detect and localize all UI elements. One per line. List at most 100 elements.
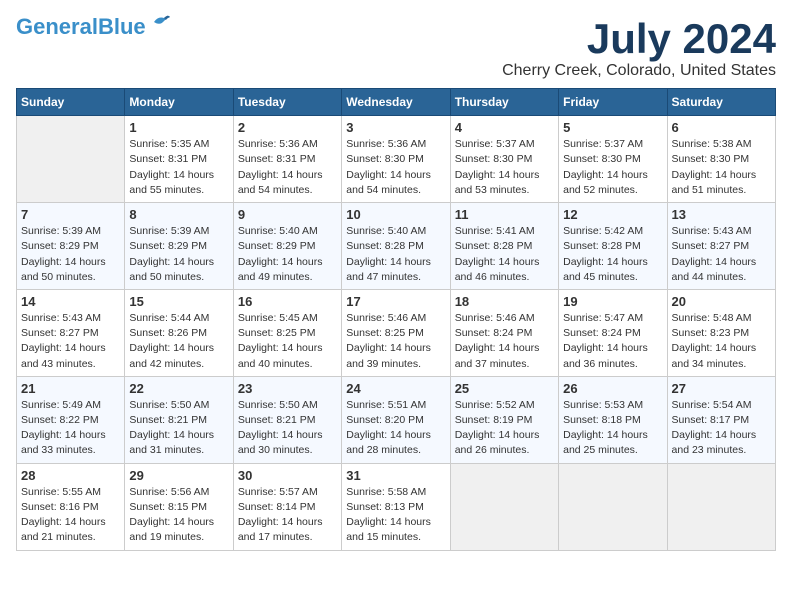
daylight-hours: Daylight: 14 hours and 43 minutes. bbox=[21, 342, 106, 369]
daylight-hours: Daylight: 14 hours and 31 minutes. bbox=[129, 429, 214, 456]
sunset-time: Sunset: 8:25 PM bbox=[238, 327, 316, 339]
day-number: 31 bbox=[346, 468, 445, 483]
day-number: 3 bbox=[346, 120, 445, 135]
day-number: 2 bbox=[238, 120, 337, 135]
sunset-time: Sunset: 8:20 PM bbox=[346, 414, 424, 426]
calendar-cell: 16 Sunrise: 5:45 AM Sunset: 8:25 PM Dayl… bbox=[233, 289, 341, 376]
day-info: Sunrise: 5:44 AM Sunset: 8:26 PM Dayligh… bbox=[129, 311, 228, 372]
sunset-time: Sunset: 8:24 PM bbox=[563, 327, 641, 339]
sunrise-time: Sunrise: 5:51 AM bbox=[346, 399, 426, 411]
day-info: Sunrise: 5:43 AM Sunset: 8:27 PM Dayligh… bbox=[672, 224, 771, 285]
calendar-cell: 27 Sunrise: 5:54 AM Sunset: 8:17 PM Dayl… bbox=[667, 376, 775, 463]
header-friday: Friday bbox=[559, 89, 667, 116]
daylight-hours: Daylight: 14 hours and 30 minutes. bbox=[238, 429, 323, 456]
day-info: Sunrise: 5:54 AM Sunset: 8:17 PM Dayligh… bbox=[672, 398, 771, 459]
calendar-cell: 26 Sunrise: 5:53 AM Sunset: 8:18 PM Dayl… bbox=[559, 376, 667, 463]
sunset-time: Sunset: 8:30 PM bbox=[346, 153, 424, 165]
sunset-time: Sunset: 8:29 PM bbox=[129, 240, 207, 252]
day-info: Sunrise: 5:43 AM Sunset: 8:27 PM Dayligh… bbox=[21, 311, 120, 372]
day-info: Sunrise: 5:42 AM Sunset: 8:28 PM Dayligh… bbox=[563, 224, 662, 285]
calendar-cell: 19 Sunrise: 5:47 AM Sunset: 8:24 PM Dayl… bbox=[559, 289, 667, 376]
calendar-cell: 9 Sunrise: 5:40 AM Sunset: 8:29 PM Dayli… bbox=[233, 203, 341, 290]
sunset-time: Sunset: 8:28 PM bbox=[563, 240, 641, 252]
calendar-table: Sunday Monday Tuesday Wednesday Thursday… bbox=[16, 88, 776, 550]
daylight-hours: Daylight: 14 hours and 44 minutes. bbox=[672, 256, 757, 283]
day-number: 17 bbox=[346, 294, 445, 309]
day-info: Sunrise: 5:57 AM Sunset: 8:14 PM Dayligh… bbox=[238, 485, 337, 546]
daylight-hours: Daylight: 14 hours and 36 minutes. bbox=[563, 342, 648, 369]
day-info: Sunrise: 5:39 AM Sunset: 8:29 PM Dayligh… bbox=[21, 224, 120, 285]
day-info: Sunrise: 5:50 AM Sunset: 8:21 PM Dayligh… bbox=[238, 398, 337, 459]
day-number: 20 bbox=[672, 294, 771, 309]
calendar-cell: 31 Sunrise: 5:58 AM Sunset: 8:13 PM Dayl… bbox=[342, 463, 450, 550]
sunrise-time: Sunrise: 5:53 AM bbox=[563, 399, 643, 411]
day-number: 22 bbox=[129, 381, 228, 396]
daylight-hours: Daylight: 14 hours and 33 minutes. bbox=[21, 429, 106, 456]
calendar-cell: 20 Sunrise: 5:48 AM Sunset: 8:23 PM Dayl… bbox=[667, 289, 775, 376]
day-number: 26 bbox=[563, 381, 662, 396]
calendar-cell: 25 Sunrise: 5:52 AM Sunset: 8:19 PM Dayl… bbox=[450, 376, 558, 463]
calendar-cell: 6 Sunrise: 5:38 AM Sunset: 8:30 PM Dayli… bbox=[667, 116, 775, 203]
month-title: July 2024 bbox=[502, 16, 776, 62]
sunset-time: Sunset: 8:30 PM bbox=[455, 153, 533, 165]
sunrise-time: Sunrise: 5:48 AM bbox=[672, 312, 752, 324]
sunset-time: Sunset: 8:29 PM bbox=[238, 240, 316, 252]
sunset-time: Sunset: 8:30 PM bbox=[563, 153, 641, 165]
daylight-hours: Daylight: 14 hours and 37 minutes. bbox=[455, 342, 540, 369]
sunrise-time: Sunrise: 5:49 AM bbox=[21, 399, 101, 411]
day-number: 12 bbox=[563, 207, 662, 222]
sunrise-time: Sunrise: 5:37 AM bbox=[455, 138, 535, 150]
day-number: 9 bbox=[238, 207, 337, 222]
location-title: Cherry Creek, Colorado, United States bbox=[502, 62, 776, 80]
sunrise-time: Sunrise: 5:47 AM bbox=[563, 312, 643, 324]
day-info: Sunrise: 5:40 AM Sunset: 8:28 PM Dayligh… bbox=[346, 224, 445, 285]
sunrise-time: Sunrise: 5:50 AM bbox=[129, 399, 209, 411]
sunset-time: Sunset: 8:14 PM bbox=[238, 501, 316, 513]
day-number: 16 bbox=[238, 294, 337, 309]
sunset-time: Sunset: 8:31 PM bbox=[238, 153, 316, 165]
sunset-time: Sunset: 8:26 PM bbox=[129, 327, 207, 339]
day-info: Sunrise: 5:53 AM Sunset: 8:18 PM Dayligh… bbox=[563, 398, 662, 459]
sunrise-time: Sunrise: 5:45 AM bbox=[238, 312, 318, 324]
sunset-time: Sunset: 8:28 PM bbox=[455, 240, 533, 252]
day-info: Sunrise: 5:55 AM Sunset: 8:16 PM Dayligh… bbox=[21, 485, 120, 546]
day-info: Sunrise: 5:38 AM Sunset: 8:30 PM Dayligh… bbox=[672, 137, 771, 198]
daylight-hours: Daylight: 14 hours and 53 minutes. bbox=[455, 169, 540, 196]
page-header: GeneralBlue July 2024 Cherry Creek, Colo… bbox=[16, 16, 776, 80]
day-number: 19 bbox=[563, 294, 662, 309]
calendar-cell: 28 Sunrise: 5:55 AM Sunset: 8:16 PM Dayl… bbox=[17, 463, 125, 550]
sunset-time: Sunset: 8:29 PM bbox=[21, 240, 99, 252]
calendar-cell: 17 Sunrise: 5:46 AM Sunset: 8:25 PM Dayl… bbox=[342, 289, 450, 376]
sunrise-time: Sunrise: 5:50 AM bbox=[238, 399, 318, 411]
daylight-hours: Daylight: 14 hours and 17 minutes. bbox=[238, 516, 323, 543]
calendar-cell: 22 Sunrise: 5:50 AM Sunset: 8:21 PM Dayl… bbox=[125, 376, 233, 463]
sunset-time: Sunset: 8:21 PM bbox=[129, 414, 207, 426]
day-number: 21 bbox=[21, 381, 120, 396]
day-number: 11 bbox=[455, 207, 554, 222]
calendar-cell: 11 Sunrise: 5:41 AM Sunset: 8:28 PM Dayl… bbox=[450, 203, 558, 290]
daylight-hours: Daylight: 14 hours and 50 minutes. bbox=[21, 256, 106, 283]
header-monday: Monday bbox=[125, 89, 233, 116]
day-info: Sunrise: 5:46 AM Sunset: 8:25 PM Dayligh… bbox=[346, 311, 445, 372]
calendar-cell: 10 Sunrise: 5:40 AM Sunset: 8:28 PM Dayl… bbox=[342, 203, 450, 290]
daylight-hours: Daylight: 14 hours and 23 minutes. bbox=[672, 429, 757, 456]
header-tuesday: Tuesday bbox=[233, 89, 341, 116]
daylight-hours: Daylight: 14 hours and 34 minutes. bbox=[672, 342, 757, 369]
calendar-cell bbox=[559, 463, 667, 550]
day-info: Sunrise: 5:36 AM Sunset: 8:30 PM Dayligh… bbox=[346, 137, 445, 198]
calendar-cell: 15 Sunrise: 5:44 AM Sunset: 8:26 PM Dayl… bbox=[125, 289, 233, 376]
sunset-time: Sunset: 8:25 PM bbox=[346, 327, 424, 339]
sunrise-time: Sunrise: 5:39 AM bbox=[21, 225, 101, 237]
calendar-week-row: 14 Sunrise: 5:43 AM Sunset: 8:27 PM Dayl… bbox=[17, 289, 776, 376]
calendar-cell: 13 Sunrise: 5:43 AM Sunset: 8:27 PM Dayl… bbox=[667, 203, 775, 290]
day-info: Sunrise: 5:46 AM Sunset: 8:24 PM Dayligh… bbox=[455, 311, 554, 372]
sunset-time: Sunset: 8:17 PM bbox=[672, 414, 750, 426]
sunset-time: Sunset: 8:16 PM bbox=[21, 501, 99, 513]
day-info: Sunrise: 5:50 AM Sunset: 8:21 PM Dayligh… bbox=[129, 398, 228, 459]
calendar-cell: 18 Sunrise: 5:46 AM Sunset: 8:24 PM Dayl… bbox=[450, 289, 558, 376]
sunset-time: Sunset: 8:23 PM bbox=[672, 327, 750, 339]
daylight-hours: Daylight: 14 hours and 54 minutes. bbox=[346, 169, 431, 196]
day-number: 24 bbox=[346, 381, 445, 396]
sunrise-time: Sunrise: 5:39 AM bbox=[129, 225, 209, 237]
sunrise-time: Sunrise: 5:36 AM bbox=[238, 138, 318, 150]
